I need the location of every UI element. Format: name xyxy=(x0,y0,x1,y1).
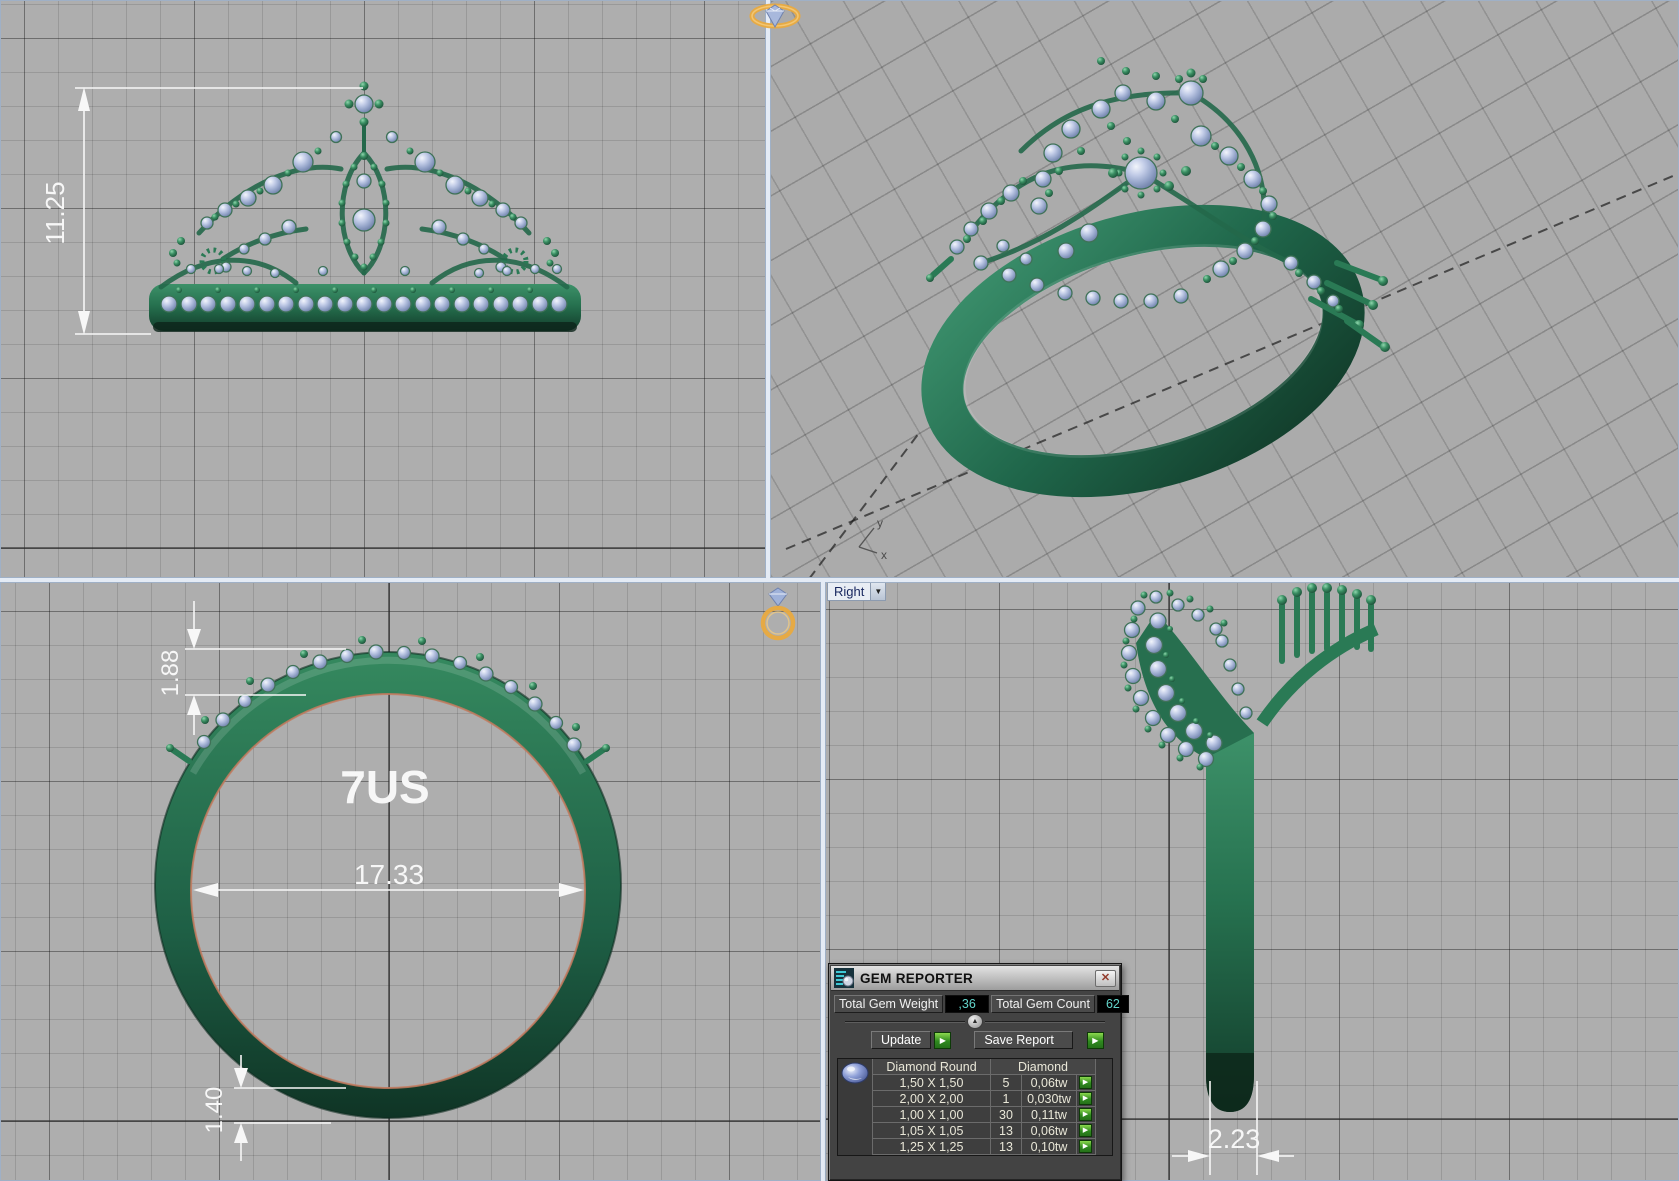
row-run-icon[interactable]: ▶ xyxy=(1079,1092,1092,1105)
viewport-title[interactable]: Right xyxy=(828,583,870,600)
row-run-icon[interactable]: ▶ xyxy=(1079,1076,1092,1089)
close-icon[interactable]: ✕ xyxy=(1095,969,1116,987)
gem-reporter-dialog: GEM REPORTER ✕ Total Gem Weight ,36 Tota… xyxy=(828,963,1129,1181)
perspective-gems xyxy=(949,80,1340,309)
total-gem-weight-value: ,36 xyxy=(945,995,990,1013)
row-size[interactable]: 1,00 X 1,00 xyxy=(873,1107,991,1123)
svg-text:2.23: 2.23 xyxy=(1208,1124,1261,1154)
collapse-button[interactable]: ▲ xyxy=(967,1014,983,1029)
update-button[interactable]: Update xyxy=(871,1031,932,1049)
row-count[interactable]: 13 xyxy=(991,1139,1022,1155)
dialog-title: GEM REPORTER xyxy=(860,970,974,986)
row-size[interactable]: 1,50 X 1,50 xyxy=(873,1075,991,1091)
svg-text:7US: 7US xyxy=(340,761,429,813)
col-header-material: Diamond xyxy=(991,1059,1096,1075)
dialog-titlebar[interactable]: GEM REPORTER ✕ xyxy=(831,966,1119,991)
svg-text:17.33: 17.33 xyxy=(354,859,424,890)
save-report-run-icon[interactable]: ▶ xyxy=(1086,1031,1104,1049)
diamond-thumbnail xyxy=(838,1059,873,1155)
band-gem-row xyxy=(160,295,568,313)
ring-orientation-icon-front xyxy=(756,586,800,649)
row-weight[interactable]: 0,030tw xyxy=(1022,1091,1077,1107)
row-size[interactable]: 1,25 X 1,25 xyxy=(873,1139,991,1155)
ring-size-label: 7US xyxy=(340,761,429,813)
row-count[interactable]: 13 xyxy=(991,1123,1022,1139)
viewport-side[interactable]: 7US 17.33 1.88 1.40 xyxy=(0,582,821,1181)
svg-text:1.40: 1.40 xyxy=(201,1087,228,1134)
row-run-icon[interactable]: ▶ xyxy=(1079,1124,1092,1137)
svg-text:1.88: 1.88 xyxy=(157,650,184,697)
row-run-icon[interactable]: ▶ xyxy=(1079,1140,1092,1153)
cplane-axis-indicator: y x xyxy=(858,516,887,562)
viewport-title-dropdown[interactable]: Right ▼ xyxy=(827,583,887,601)
action-buttons-row: Update ▶ Save Report ▶ xyxy=(831,1028,1119,1053)
gem-table: Diamond Round Diamond 1,50 X 1,50 5 0,06… xyxy=(837,1058,1113,1156)
ring-profile-model xyxy=(1120,583,1379,1112)
svg-text:x: x xyxy=(881,548,887,562)
profile-pins xyxy=(1277,583,1376,664)
row-weight[interactable]: 0,06tw xyxy=(1022,1075,1077,1091)
tiara-front-model xyxy=(149,81,581,332)
row-size[interactable]: 1,05 X 1,05 xyxy=(873,1123,991,1139)
row-count[interactable]: 1 xyxy=(991,1091,1022,1107)
tiara-gems xyxy=(185,94,563,279)
cad-workspace: 11.25 y x 7US 17.33 1.88 1.40 2.23 Right… xyxy=(0,0,1679,1181)
totals-row: Total Gem Weight ,36 Total Gem Count 62 xyxy=(831,991,1129,1015)
total-gem-count-value: 62 xyxy=(1096,995,1129,1013)
collapse-divider: ▲ xyxy=(845,1014,1105,1029)
row-size[interactable]: 2,00 X 2,00 xyxy=(873,1091,991,1107)
viewport-front[interactable]: 11.25 xyxy=(0,0,766,578)
total-gem-weight-label: Total Gem Weight xyxy=(834,995,944,1013)
update-run-icon[interactable]: ▶ xyxy=(934,1031,952,1049)
row-weight[interactable]: 0,11tw xyxy=(1022,1107,1077,1123)
row-count[interactable]: 30 xyxy=(991,1107,1022,1123)
svg-text:11.25: 11.25 xyxy=(40,181,70,244)
save-report-button[interactable]: Save Report xyxy=(974,1031,1073,1049)
row-run-icon[interactable]: ▶ xyxy=(1079,1108,1092,1121)
row-weight[interactable]: 0,10tw xyxy=(1022,1139,1077,1155)
col-header-cut: Diamond Round xyxy=(873,1059,991,1075)
viewport-perspective[interactable]: y x xyxy=(770,0,1679,578)
chevron-down-icon[interactable]: ▼ xyxy=(870,583,886,600)
row-count[interactable]: 5 xyxy=(991,1075,1022,1091)
total-gem-count-label: Total Gem Count xyxy=(991,995,1095,1013)
ring-orientation-icon-top xyxy=(748,1,802,36)
ring-perspective-model xyxy=(921,57,1390,498)
diamond-icon xyxy=(768,587,788,607)
row-weight[interactable]: 0,06tw xyxy=(1022,1123,1077,1139)
gem-reporter-icon xyxy=(834,968,854,988)
svg-text:y: y xyxy=(877,516,883,530)
